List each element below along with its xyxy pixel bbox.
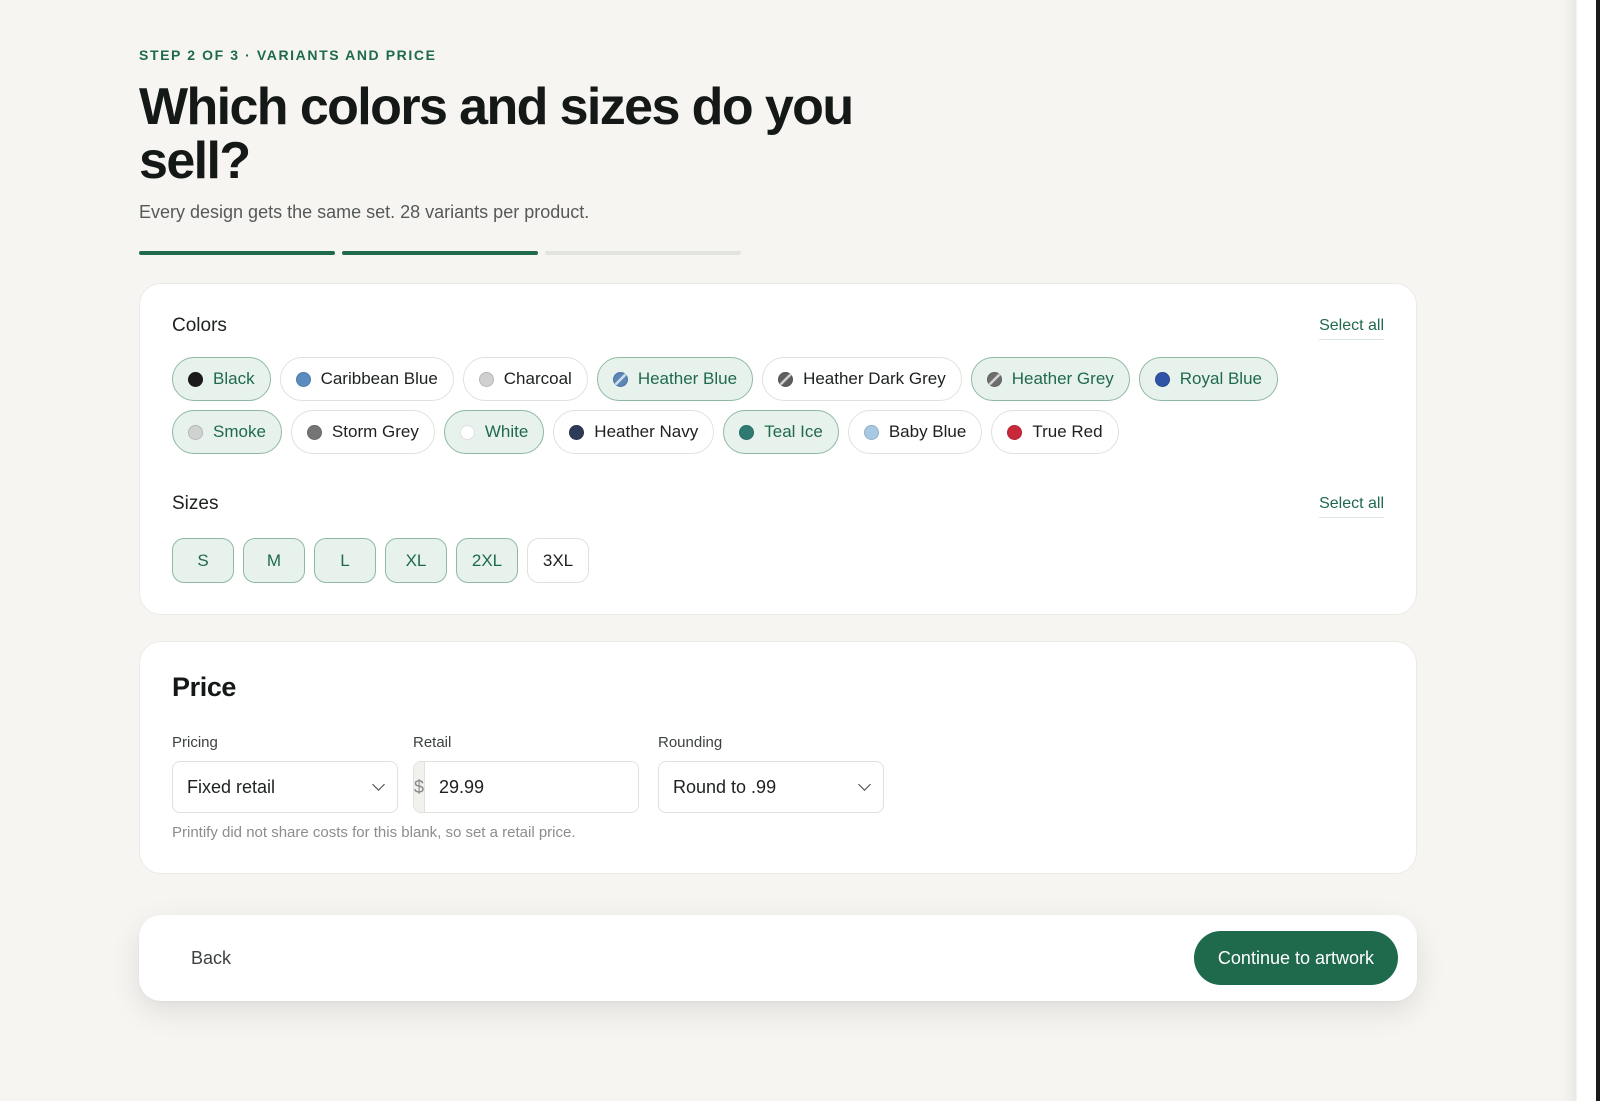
color-chip-label: Heather Dark Grey xyxy=(803,369,946,388)
price-card: Price Pricing Fixed retail Retail $ Roun… xyxy=(139,641,1417,874)
retail-label: Retail xyxy=(413,734,452,751)
color-chip-white[interactable]: White xyxy=(443,410,545,454)
color-chip-heather-grey[interactable]: Heather Grey xyxy=(970,357,1130,401)
color-swatch-icon xyxy=(863,424,879,440)
color-chip-label: Charcoal xyxy=(503,369,572,388)
color-chip-label: Smoke xyxy=(213,422,266,441)
color-swatch-icon xyxy=(188,424,203,440)
color-chip-caribbean-blue[interactable]: Caribbean Blue xyxy=(279,357,454,401)
color-chip-label: True Red xyxy=(1032,422,1103,441)
pricing-label: Pricing xyxy=(172,734,218,751)
rounding-select-value: Round to .99 xyxy=(673,776,777,797)
color-chip-label: White xyxy=(484,422,529,441)
size-chip-xl[interactable]: XL xyxy=(385,538,447,583)
variants-card: Colors Select all Black Caribbean Blue Cha… xyxy=(139,283,1417,615)
color-chip-label: Storm Grey xyxy=(331,422,419,441)
step-progress xyxy=(139,251,741,255)
color-chip-label: Caribbean Blue xyxy=(320,369,438,388)
progress-segment xyxy=(139,251,335,255)
pricing-select[interactable]: Fixed retail xyxy=(172,761,398,813)
color-chip-label: Royal Blue xyxy=(1179,369,1262,388)
sizes-title: Sizes xyxy=(172,493,219,514)
color-chip-charcoal[interactable]: Charcoal xyxy=(462,357,588,401)
retail-price-input[interactable] xyxy=(425,762,638,812)
color-swatch-icon xyxy=(295,371,311,387)
colors-select-all-button[interactable]: Select all xyxy=(1319,317,1384,340)
chevron-down-icon xyxy=(372,778,385,791)
progress-segment xyxy=(342,251,538,255)
color-swatch-icon xyxy=(478,371,494,387)
color-swatch-icon xyxy=(739,424,755,440)
color-chip-label: Baby Blue xyxy=(888,422,967,441)
color-chip-black[interactable]: Black xyxy=(172,357,271,401)
progress-segment xyxy=(545,251,741,255)
color-swatch-icon xyxy=(306,424,322,440)
color-chip-true-red[interactable]: True Red xyxy=(991,410,1119,454)
color-swatch-icon xyxy=(986,371,1002,387)
color-swatch-icon xyxy=(1007,424,1023,440)
color-swatch-icon xyxy=(459,424,475,440)
step-label: STEP 2 OF 3 · VARIANTS AND PRICE xyxy=(139,47,437,63)
back-button[interactable]: Back xyxy=(169,936,253,980)
color-swatch-icon xyxy=(778,371,794,387)
color-chip-royal-blue[interactable]: Royal Blue xyxy=(1138,357,1278,401)
color-chip-heather-blue[interactable]: Heather Blue xyxy=(596,357,754,401)
color-chip-label: Black xyxy=(213,369,255,388)
pricing-select-value: Fixed retail xyxy=(187,776,276,797)
color-chip-heather-navy[interactable]: Heather Navy xyxy=(553,410,715,454)
color-swatch-icon xyxy=(188,371,203,387)
color-chip-heather-dark-grey[interactable]: Heather Dark Grey xyxy=(762,357,962,401)
rounding-label: Rounding xyxy=(658,734,723,751)
pricing-hint: Printify did not share costs for this bl… xyxy=(172,824,576,841)
rounding-select[interactable]: Round to .99 xyxy=(658,761,884,813)
retail-price-field: $ xyxy=(413,761,639,813)
color-chip-label: Heather Grey xyxy=(1011,369,1114,388)
price-title: Price xyxy=(172,672,237,702)
continue-button[interactable]: Continue to artwork xyxy=(1193,931,1398,985)
color-chip-label: Heather Navy xyxy=(594,422,699,441)
color-chip-list: Black Caribbean Blue Charcoal Heather Blue H… xyxy=(172,357,1386,454)
color-chip-label: Teal Ice xyxy=(764,422,823,441)
color-chip-label: Heather Blue xyxy=(637,369,738,388)
color-chip-storm-grey[interactable]: Storm Grey xyxy=(290,410,435,454)
color-chip-teal-ice[interactable]: Teal Ice xyxy=(723,410,839,454)
size-chip-m[interactable]: M xyxy=(243,538,305,583)
size-chip-list: S M L XL 2XL 3XL xyxy=(172,538,1386,583)
sizes-select-all-button[interactable]: Select all xyxy=(1319,495,1384,518)
color-swatch-icon xyxy=(1154,371,1170,387)
size-chip-2xl[interactable]: 2XL xyxy=(456,538,518,583)
currency-prefix: $ xyxy=(414,762,426,812)
colors-title: Colors xyxy=(172,315,227,336)
wizard-footer: Back Continue to artwork xyxy=(139,915,1417,1001)
window-edge xyxy=(1562,0,1600,1101)
color-swatch-icon xyxy=(569,424,585,440)
size-chip-s[interactable]: S xyxy=(172,538,234,583)
page-subtitle: Every design gets the same set. 28 varia… xyxy=(139,202,590,222)
color-swatch-icon xyxy=(612,371,628,387)
color-chip-smoke[interactable]: Smoke xyxy=(172,410,282,454)
page-title: Which colors and sizes do you sell? xyxy=(139,78,854,190)
chevron-down-icon xyxy=(858,778,871,791)
color-chip-baby-blue[interactable]: Baby Blue xyxy=(847,410,983,454)
size-chip-l[interactable]: L xyxy=(314,538,376,583)
size-chip-3xl[interactable]: 3XL xyxy=(527,538,589,583)
